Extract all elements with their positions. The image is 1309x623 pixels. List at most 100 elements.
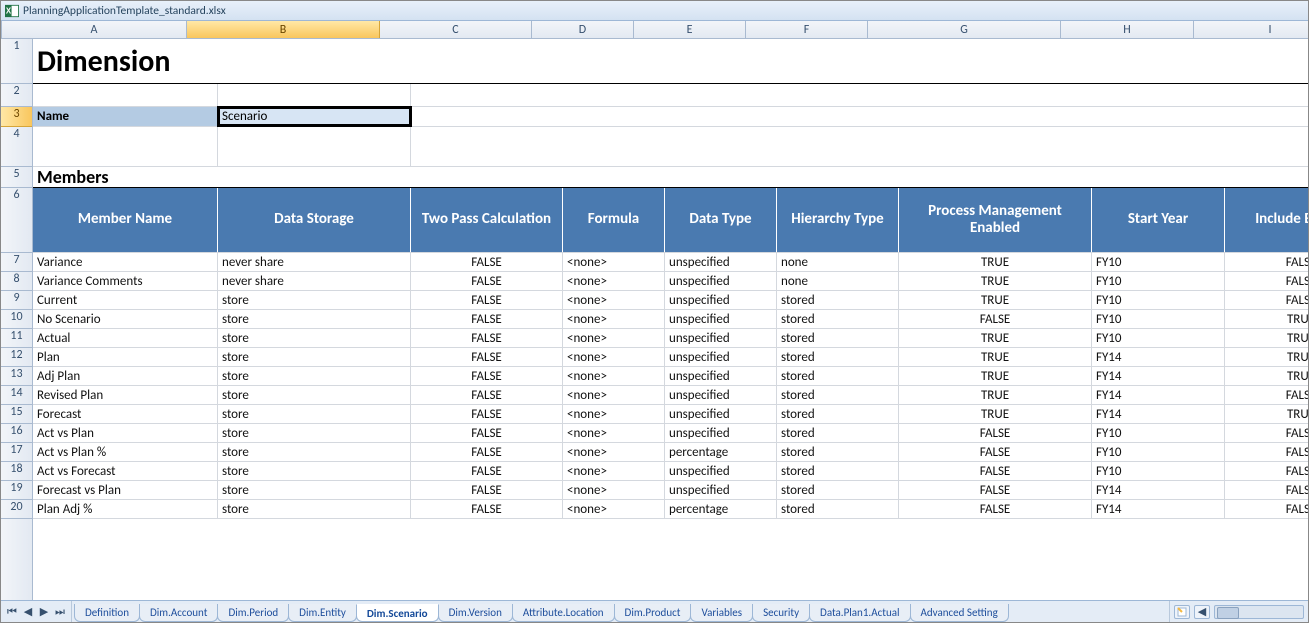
table-cell[interactable]: <none> xyxy=(563,291,665,309)
table-column-header[interactable]: Process Management Enabled xyxy=(899,188,1092,252)
table-cell[interactable]: none xyxy=(777,253,899,271)
row-header[interactable]: 17 xyxy=(1,443,32,462)
table-cell[interactable]: store xyxy=(218,386,411,404)
table-cell[interactable]: FALSE xyxy=(1225,481,1308,499)
row-header[interactable]: 15 xyxy=(1,405,32,424)
table-cell[interactable]: <none> xyxy=(563,462,665,480)
table-cell[interactable]: unspecified xyxy=(665,405,777,423)
table-cell[interactable]: stored xyxy=(777,291,899,309)
table-cell[interactable]: <none> xyxy=(563,348,665,366)
table-cell[interactable]: TRUE xyxy=(1225,405,1308,423)
table-cell[interactable]: store xyxy=(218,348,411,366)
table-column-header[interactable]: Start Year xyxy=(1092,188,1225,252)
table-cell[interactable]: percentage xyxy=(665,500,777,518)
sheet-tab[interactable]: Definition xyxy=(74,604,140,622)
table-cell[interactable]: FALSE xyxy=(899,424,1092,442)
table-cell[interactable]: FALSE xyxy=(1225,462,1308,480)
row-header[interactable]: 19 xyxy=(1,481,32,500)
row-header[interactable]: 11 xyxy=(1,329,32,348)
table-cell[interactable]: TRUE xyxy=(899,329,1092,347)
table-cell[interactable]: FALSE xyxy=(1225,443,1308,461)
table-cell[interactable]: FY10 xyxy=(1092,272,1225,290)
table-cell[interactable]: unspecified xyxy=(665,329,777,347)
column-header[interactable]: F xyxy=(746,21,868,38)
table-cell[interactable]: stored xyxy=(777,424,899,442)
table-cell[interactable]: TRUE xyxy=(1225,329,1308,347)
row-header[interactable]: 9 xyxy=(1,291,32,310)
sheet-tab[interactable]: Data.Plan1.Actual xyxy=(809,604,910,622)
sheet-tab[interactable]: Dim.Period xyxy=(217,604,289,622)
table-column-header[interactable]: Data Storage xyxy=(218,188,411,252)
table-cell[interactable]: store xyxy=(218,443,411,461)
table-column-header[interactable]: Hierarchy Type xyxy=(777,188,899,252)
row-header[interactable]: 16 xyxy=(1,424,32,443)
table-cell[interactable]: FALSE xyxy=(411,291,563,309)
table-cell[interactable]: Act vs Forecast xyxy=(33,462,218,480)
table-cell[interactable]: stored xyxy=(777,481,899,499)
table-cell[interactable]: FALSE xyxy=(1225,424,1308,442)
table-cell[interactable]: <none> xyxy=(563,500,665,518)
table-cell[interactable]: store xyxy=(218,462,411,480)
table-cell[interactable]: TRUE xyxy=(899,386,1092,404)
table-cell[interactable]: TRUE xyxy=(1225,348,1308,366)
table-cell[interactable]: stored xyxy=(777,443,899,461)
row-header[interactable]: 13 xyxy=(1,367,32,386)
table-cell[interactable]: unspecified xyxy=(665,310,777,328)
column-header[interactable]: B xyxy=(187,21,380,38)
table-column-header[interactable]: Formula xyxy=(563,188,665,252)
column-header[interactable]: A xyxy=(2,21,187,38)
select-all-corner[interactable] xyxy=(1,21,2,38)
blank-cell[interactable] xyxy=(218,167,1308,187)
table-cell[interactable]: FALSE xyxy=(411,329,563,347)
table-cell[interactable]: <none> xyxy=(563,367,665,385)
table-cell[interactable]: FALSE xyxy=(411,348,563,366)
table-cell[interactable]: Plan xyxy=(33,348,218,366)
sheet-tab[interactable]: Dim.Product xyxy=(614,604,692,622)
table-cell[interactable]: FALSE xyxy=(899,481,1092,499)
table-cell[interactable]: Act vs Plan % xyxy=(33,443,218,461)
table-cell[interactable]: Adj Plan xyxy=(33,367,218,385)
table-cell[interactable]: store xyxy=(218,291,411,309)
table-column-header[interactable]: Two Pass Calculation xyxy=(411,188,563,252)
table-cell[interactable]: TRUE xyxy=(899,272,1092,290)
table-cell[interactable]: FY14 xyxy=(1092,405,1225,423)
table-cell[interactable]: FALSE xyxy=(411,367,563,385)
table-cell[interactable]: FALSE xyxy=(411,424,563,442)
table-column-header[interactable]: Data Type xyxy=(665,188,777,252)
blank-cell[interactable] xyxy=(218,39,1308,83)
table-column-header[interactable]: Member Name xyxy=(33,188,218,252)
table-cell[interactable]: store xyxy=(218,481,411,499)
blank-cell[interactable] xyxy=(218,84,411,106)
table-cell[interactable]: FALSE xyxy=(411,462,563,480)
table-cell[interactable]: FALSE xyxy=(899,443,1092,461)
table-cell[interactable]: FY10 xyxy=(1092,253,1225,271)
table-cell[interactable]: never share xyxy=(218,253,411,271)
table-cell[interactable]: FALSE xyxy=(411,443,563,461)
table-cell[interactable]: Forecast xyxy=(33,405,218,423)
cells-area[interactable]: Dimension Name Scenario xyxy=(33,39,1308,600)
table-cell[interactable]: unspecified xyxy=(665,253,777,271)
table-cell[interactable]: Act vs Plan xyxy=(33,424,218,442)
table-cell[interactable]: store xyxy=(218,424,411,442)
table-cell[interactable]: <none> xyxy=(563,329,665,347)
row-header[interactable]: 10 xyxy=(1,310,32,329)
table-cell[interactable]: unspecified xyxy=(665,291,777,309)
tab-scroll-left[interactable]: ◀ xyxy=(1194,605,1210,619)
table-cell[interactable]: Variance xyxy=(33,253,218,271)
table-cell[interactable]: none xyxy=(777,272,899,290)
tab-last-button[interactable]: ⏭ xyxy=(53,605,67,619)
table-cell[interactable]: FALSE xyxy=(1225,272,1308,290)
table-cell[interactable]: FY14 xyxy=(1092,481,1225,499)
row-header[interactable]: 14 xyxy=(1,386,32,405)
blank-cell[interactable] xyxy=(411,107,1308,126)
table-cell[interactable]: <none> xyxy=(563,272,665,290)
table-cell[interactable]: No Scenario xyxy=(33,310,218,328)
name-label-cell[interactable]: Name xyxy=(33,107,218,126)
table-cell[interactable]: FALSE xyxy=(899,310,1092,328)
table-cell[interactable]: FALSE xyxy=(1225,500,1308,518)
table-cell[interactable]: unspecified xyxy=(665,367,777,385)
sheet-tab[interactable]: Attribute.Location xyxy=(512,604,615,622)
row-header[interactable]: 18 xyxy=(1,462,32,481)
table-cell[interactable]: store xyxy=(218,329,411,347)
table-cell[interactable]: FALSE xyxy=(411,481,563,499)
